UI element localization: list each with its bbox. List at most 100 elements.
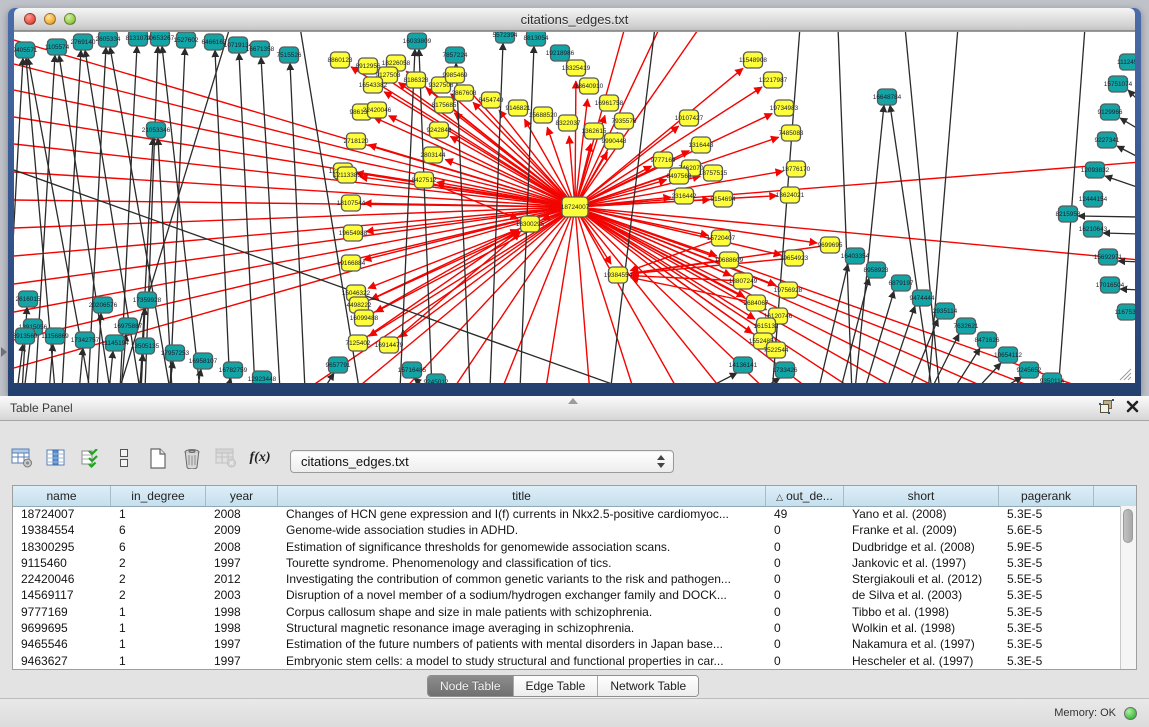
graph-node[interactable]: 17016504 xyxy=(1096,277,1125,293)
column-header-out_degree[interactable]: △out_de... xyxy=(766,486,844,506)
column-header-title[interactable]: title xyxy=(278,486,766,506)
column-header-in_degree[interactable]: in_degree xyxy=(111,486,206,506)
graph-node[interactable]: 1316443 xyxy=(689,137,714,153)
graph-node[interactable]: 12217987 xyxy=(759,72,788,88)
table-row[interactable]: 977716911998Corpus callosum shape and si… xyxy=(13,604,1120,620)
graph-node[interactable]: 9657791 xyxy=(326,357,351,373)
graph-node[interactable]: 8813054 xyxy=(524,32,549,46)
graph-node[interactable]: 18640910 xyxy=(575,78,604,94)
table-row[interactable]: 1456911722003Disruption of a novel membe… xyxy=(13,587,1120,603)
graph-node[interactable]: 7485083 xyxy=(779,125,804,141)
graph-node[interactable]: 2769140 xyxy=(71,34,96,50)
splitter-notch-icon[interactable] xyxy=(568,398,578,404)
graph-node[interactable]: 7935576 xyxy=(612,113,637,129)
graph-node[interactable]: 9777169 xyxy=(651,152,676,168)
graph-node[interactable]: 11548908 xyxy=(739,52,767,68)
table-settings-icon[interactable] xyxy=(10,446,34,470)
graph-node[interactable]: 10107427 xyxy=(675,110,704,126)
toggle-view-icon[interactable] xyxy=(112,446,136,470)
function-builder-icon[interactable]: f(x) xyxy=(248,446,272,470)
graph-node[interactable]: 9405571 xyxy=(14,42,38,58)
graph-node[interactable]: 15692971 xyxy=(1094,249,1123,265)
graph-node[interactable]: 18776170 xyxy=(782,161,811,177)
column-header-short[interactable]: short xyxy=(844,486,999,506)
graph-node[interactable]: 8860123 xyxy=(328,52,353,68)
resize-grip-icon[interactable] xyxy=(1120,369,1131,380)
graph-node[interactable]: 16782759 xyxy=(219,362,248,378)
graph-node[interactable]: 13325419 xyxy=(562,60,591,76)
table-row[interactable]: 1872400712008Changes of HCN gene express… xyxy=(13,506,1120,522)
graph-node[interactable]: 7632621 xyxy=(954,318,979,334)
select-rows-icon[interactable] xyxy=(78,446,102,470)
graph-node[interactable]: 12923448 xyxy=(248,371,277,383)
graph-node[interactable]: 6879197 xyxy=(889,275,914,291)
graph-node[interactable]: 2867608 xyxy=(452,85,477,101)
graph-node[interactable]: 9245652 xyxy=(1017,362,1042,378)
graph-node[interactable]: 2718120 xyxy=(344,133,369,149)
graph-node[interactable]: 1527602 xyxy=(174,32,199,48)
table-row[interactable]: 946554611997Estimation of the future num… xyxy=(13,636,1120,652)
graph-node[interactable]: 8322037 xyxy=(556,115,581,131)
trash-icon[interactable] xyxy=(180,446,204,470)
graph-node[interactable]: 8215958 xyxy=(1056,206,1081,222)
graph-node[interactable]: 8497568 xyxy=(667,168,692,184)
graph-node[interactable]: 16958107 xyxy=(189,353,218,369)
graph-node[interactable]: 2316442 xyxy=(672,188,697,204)
table-row[interactable]: 911546021997Tourette syndrome. Phenomeno… xyxy=(13,555,1120,571)
graph-node[interactable]: 8454749 xyxy=(479,92,504,108)
graph-node[interactable]: 7515526 xyxy=(277,47,302,63)
graph-node[interactable]: 15751074 xyxy=(1104,76,1133,92)
network-canvas[interactable]: 1872400718300295193845549405571110557427… xyxy=(14,31,1135,383)
graph-node[interactable]: 7857224 xyxy=(443,47,468,63)
graph-node[interactable]: 9154694 xyxy=(711,191,736,207)
graph-node[interactable]: 7522544 xyxy=(764,342,789,358)
table-row[interactable]: 946362711997Embryonic stem cells: a mode… xyxy=(13,653,1120,669)
table-scrollbar-thumb[interactable] xyxy=(1123,509,1133,543)
float-window-icon[interactable] xyxy=(1099,399,1114,419)
graph-node[interactable]: 8186328 xyxy=(404,72,429,88)
graph-node[interactable]: 8471626 xyxy=(975,332,1000,348)
table-row[interactable]: 1938455462009Genome-wide association stu… xyxy=(13,522,1120,538)
graph-node[interactable]: 2605334 xyxy=(96,32,121,47)
table-row[interactable]: 969969511998Structural magnetic resonanc… xyxy=(13,620,1120,636)
graph-node[interactable]: 16403354 xyxy=(841,248,870,264)
graph-node[interactable]: 16210643 xyxy=(1079,221,1108,237)
graph-node[interactable]: 18300295 xyxy=(516,216,545,232)
collapsed-panel-arrow-icon[interactable] xyxy=(1,347,7,357)
graph-node[interactable]: 9245012 xyxy=(424,374,449,383)
graph-node[interactable]: 9474444 xyxy=(910,290,935,306)
graph-node[interactable]: 8958923 xyxy=(864,262,889,278)
graph-node[interactable]: 13505135 xyxy=(131,338,160,354)
graph-node[interactable]: 1112450 xyxy=(1117,54,1135,70)
graph-node[interactable]: 1733426 xyxy=(773,362,798,378)
table-scrollbar[interactable] xyxy=(1120,506,1136,669)
graph-node[interactable]: 9990448 xyxy=(602,133,627,149)
graph-node[interactable]: 12444154 xyxy=(1079,191,1108,207)
close-traffic-light-icon[interactable] xyxy=(24,13,36,25)
graph-node[interactable]: 9985469 xyxy=(443,67,468,83)
graph-node[interactable]: 9699695 xyxy=(818,237,843,253)
minimize-traffic-light-icon[interactable] xyxy=(44,13,56,25)
new-table-icon[interactable] xyxy=(146,446,170,470)
graph-node[interactable]: 15716485 xyxy=(398,362,427,378)
graph-node[interactable]: 9146821 xyxy=(506,100,531,116)
graph-node[interactable]: 10654112 xyxy=(994,347,1022,363)
graph-node[interactable]: 3913569 xyxy=(14,328,38,344)
graph-node[interactable]: 1362615 xyxy=(582,123,607,139)
graph-node[interactable]: 1615132 xyxy=(754,318,779,334)
graph-node[interactable]: 21053346 xyxy=(142,122,171,138)
table-row[interactable]: 1830029562008Estimation of significance … xyxy=(13,539,1120,555)
graph-node[interactable]: 1105574 xyxy=(45,39,70,55)
graph-node[interactable]: 8427512 xyxy=(412,172,437,188)
graph-node[interactable]: 1167533 xyxy=(1115,304,1135,320)
graph-node[interactable]: 2803144 xyxy=(421,147,446,163)
graph-node[interactable]: 2935114 xyxy=(933,303,958,319)
graph-node[interactable]: 2684067 xyxy=(744,295,769,311)
close-panel-icon[interactable] xyxy=(1126,400,1139,418)
zoom-traffic-light-icon[interactable] xyxy=(64,13,76,25)
graph-node[interactable]: 9227341 xyxy=(1095,132,1120,148)
graph-node[interactable]: 10653267 xyxy=(146,32,175,46)
graph-node[interactable]: 16648784 xyxy=(873,89,902,105)
column-header-year[interactable]: year xyxy=(206,486,278,506)
graph-node[interactable]: 8175685 xyxy=(432,97,457,113)
